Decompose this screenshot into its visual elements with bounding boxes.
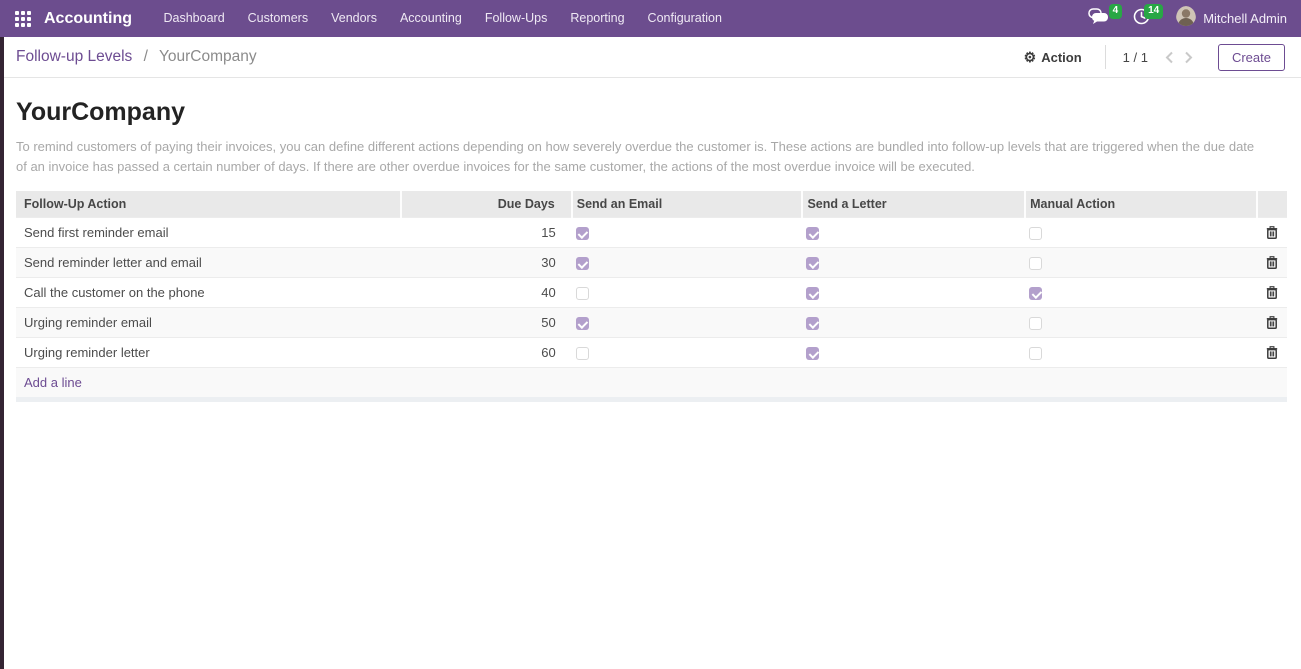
activities-count-badge: 14 xyxy=(1144,4,1163,19)
action-cell[interactable]: Send reminder letter and email xyxy=(16,248,401,278)
breadcrumb: Follow-up Levels / YourCompany xyxy=(16,48,257,66)
control-panel-right: ⚙ Action 1 / 1 Create xyxy=(1018,44,1285,71)
delete-row-button[interactable] xyxy=(1264,344,1280,361)
pager-next-button[interactable] xyxy=(1179,49,1198,66)
due-days-cell[interactable]: 40 xyxy=(401,278,572,308)
table-body: Send first reminder email 15 Send remind… xyxy=(16,218,1287,398)
send-email-checkbox[interactable] xyxy=(576,317,589,330)
send-email-checkbox[interactable] xyxy=(576,227,589,240)
navbar-systray: 4 14 Mitch xyxy=(1076,0,1287,37)
delete-row-button[interactable] xyxy=(1264,284,1280,301)
add-line-row: Add a line xyxy=(16,368,1287,398)
pager-previous-button[interactable] xyxy=(1160,49,1179,66)
column-header-delete xyxy=(1257,191,1287,218)
menu-item-vendors[interactable]: Vendors xyxy=(320,0,389,37)
table-bottom-strip xyxy=(16,397,1287,402)
gear-icon: ⚙ xyxy=(1024,50,1037,64)
due-days-cell[interactable]: 60 xyxy=(401,338,572,368)
manual-action-checkbox[interactable] xyxy=(1029,347,1042,360)
create-button[interactable]: Create xyxy=(1218,44,1285,71)
top-navbar: Accounting Dashboard Customers Vendors A… xyxy=(0,0,1301,37)
send-letter-checkbox[interactable] xyxy=(806,347,819,360)
due-days-cell[interactable]: 30 xyxy=(401,248,572,278)
apps-grid-icon[interactable] xyxy=(15,11,31,27)
control-panel-divider xyxy=(1105,45,1106,69)
column-header-due-days: Due Days xyxy=(401,191,572,218)
send-letter-checkbox[interactable] xyxy=(806,227,819,240)
menu-item-reporting[interactable]: Reporting xyxy=(559,0,636,37)
table-header: Follow-Up Action Due Days Send an Email … xyxy=(16,191,1287,218)
send-letter-checkbox[interactable] xyxy=(806,317,819,330)
follow-up-levels-table: Follow-Up Action Due Days Send an Email … xyxy=(16,191,1287,397)
user-avatar xyxy=(1176,6,1196,31)
chevron-left-icon xyxy=(1165,51,1174,64)
action-menu-label: Action xyxy=(1041,50,1081,65)
send-letter-checkbox[interactable] xyxy=(806,287,819,300)
send-email-checkbox[interactable] xyxy=(576,347,589,360)
send-email-checkbox[interactable] xyxy=(576,257,589,270)
trash-icon xyxy=(1266,346,1278,359)
manual-action-checkbox[interactable] xyxy=(1029,287,1042,300)
messages-count-badge: 4 xyxy=(1109,4,1123,19)
table-row: Send reminder letter and email 30 xyxy=(16,248,1287,278)
menu-item-customers[interactable]: Customers xyxy=(236,0,319,37)
action-cell[interactable]: Urging reminder letter xyxy=(16,338,401,368)
control-panel: Follow-up Levels / YourCompany ⚙ Action … xyxy=(0,37,1301,78)
page-description: To remind customers of paying their invo… xyxy=(16,137,1268,176)
delete-row-button[interactable] xyxy=(1264,224,1280,241)
column-header-send-an-email: Send an Email xyxy=(572,191,803,218)
menu-item-configuration[interactable]: Configuration xyxy=(636,0,733,37)
column-header-follow-up-action: Follow-Up Action xyxy=(16,191,401,218)
breadcrumb-separator: / xyxy=(144,48,148,65)
messages-menu[interactable]: 4 xyxy=(1076,0,1121,37)
pager: 1 / 1 xyxy=(1123,49,1198,66)
add-a-line-link[interactable]: Add a line xyxy=(24,375,82,390)
delete-row-button[interactable] xyxy=(1264,254,1280,271)
menu-item-dashboard[interactable]: Dashboard xyxy=(152,0,236,37)
breadcrumb-parent-link[interactable]: Follow-up Levels xyxy=(16,48,132,65)
trash-icon xyxy=(1266,226,1278,239)
form-view: YourCompany To remind customers of payin… xyxy=(0,78,1301,402)
user-menu[interactable]: Mitchell Admin xyxy=(1162,6,1287,31)
main-menu: Dashboard Customers Vendors Accounting F… xyxy=(152,0,733,37)
window-left-edge xyxy=(0,37,4,669)
table-row: Call the customer on the phone 40 xyxy=(16,278,1287,308)
table-row: Urging reminder email 50 xyxy=(16,308,1287,338)
action-cell[interactable]: Call the customer on the phone xyxy=(16,278,401,308)
chat-bubbles-icon xyxy=(1088,8,1109,29)
due-days-cell[interactable]: 50 xyxy=(401,308,572,338)
send-letter-checkbox[interactable] xyxy=(806,257,819,270)
column-header-manual-action: Manual Action xyxy=(1025,191,1257,218)
page-title: YourCompany xyxy=(16,98,1287,127)
navbar-left: Accounting Dashboard Customers Vendors A… xyxy=(15,0,733,37)
manual-action-checkbox[interactable] xyxy=(1029,317,1042,330)
chevron-right-icon xyxy=(1184,51,1193,64)
action-cell[interactable]: Urging reminder email xyxy=(16,308,401,338)
due-days-cell[interactable]: 15 xyxy=(401,218,572,248)
trash-icon xyxy=(1266,256,1278,269)
menu-item-follow-ups[interactable]: Follow-Ups xyxy=(473,0,559,37)
action-menu-button[interactable]: ⚙ Action xyxy=(1018,49,1088,66)
send-email-checkbox[interactable] xyxy=(576,287,589,300)
breadcrumb-current: YourCompany xyxy=(159,48,257,65)
user-name: Mitchell Admin xyxy=(1203,11,1287,26)
trash-icon xyxy=(1266,316,1278,329)
app-brand[interactable]: Accounting xyxy=(44,10,132,28)
activities-menu[interactable]: 14 xyxy=(1121,0,1162,37)
table-row: Send first reminder email 15 xyxy=(16,218,1287,248)
trash-icon xyxy=(1266,286,1278,299)
menu-item-accounting[interactable]: Accounting xyxy=(388,0,473,37)
action-cell[interactable]: Send first reminder email xyxy=(16,218,401,248)
manual-action-checkbox[interactable] xyxy=(1029,257,1042,270)
pager-value[interactable]: 1 / 1 xyxy=(1123,50,1148,65)
manual-action-checkbox[interactable] xyxy=(1029,227,1042,240)
column-header-send-a-letter: Send a Letter xyxy=(802,191,1025,218)
delete-row-button[interactable] xyxy=(1264,314,1280,331)
table-row: Urging reminder letter 60 xyxy=(16,338,1287,368)
